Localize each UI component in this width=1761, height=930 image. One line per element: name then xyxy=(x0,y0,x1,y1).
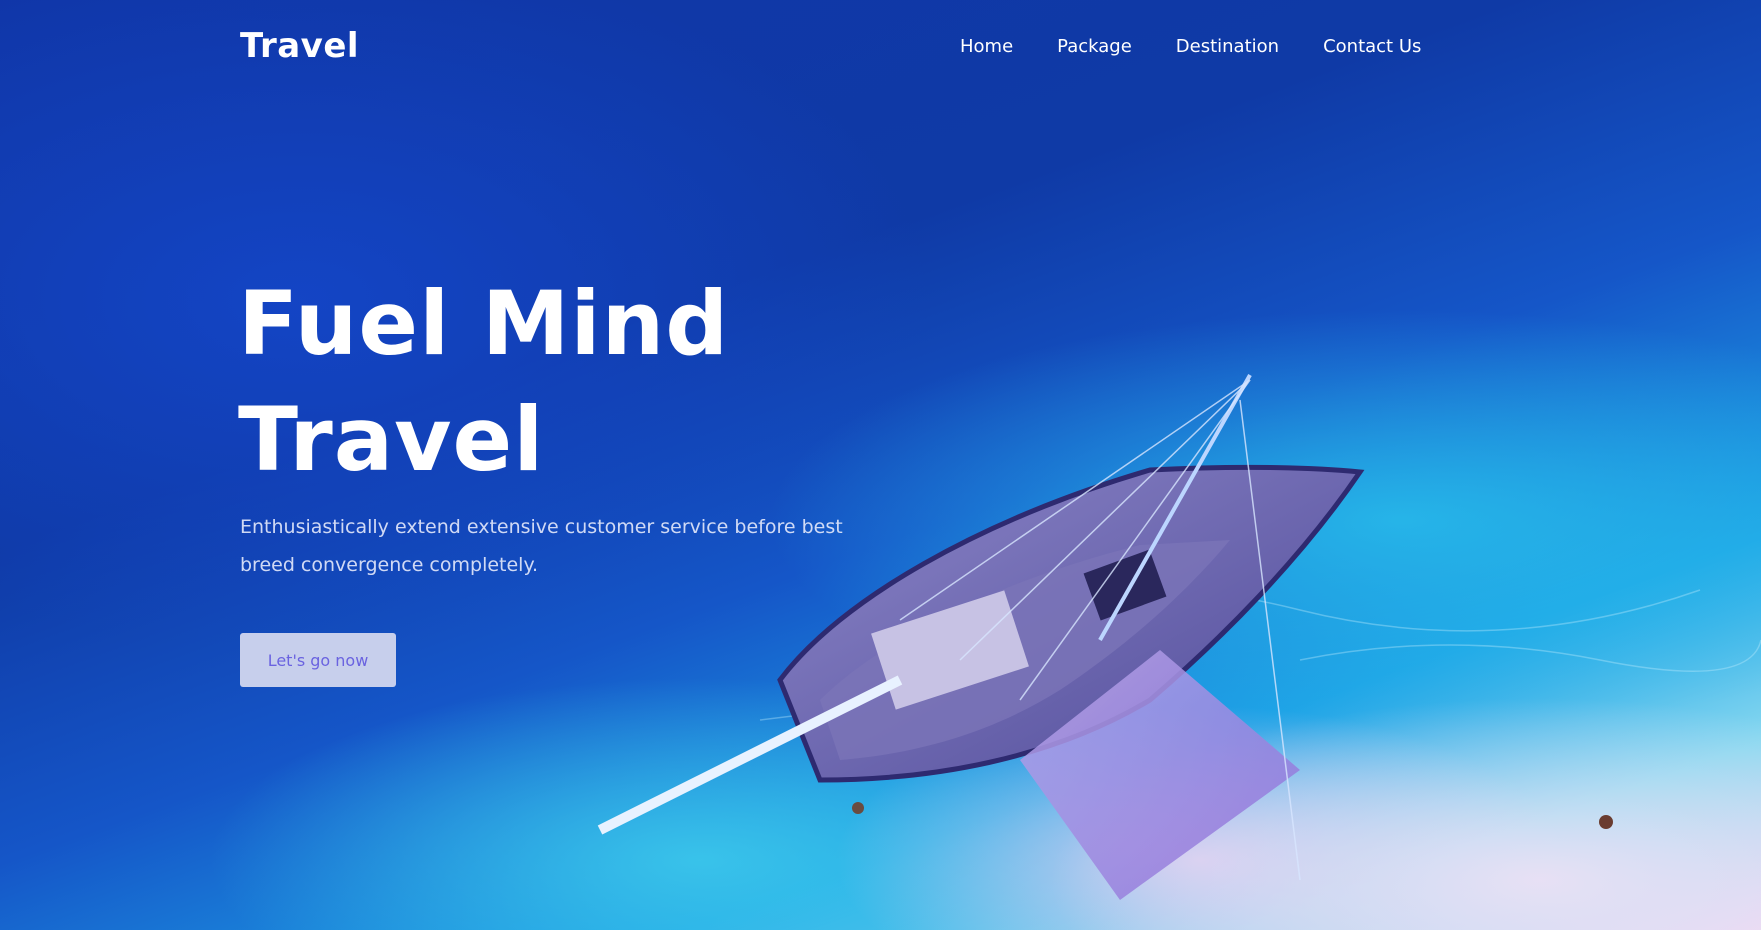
hero-section: Travel Home Package Destination Contact … xyxy=(0,0,1761,930)
nav-item-home[interactable]: Home xyxy=(960,36,1013,57)
hero-headline: Fuel Mind Travel xyxy=(238,272,730,491)
hero-subtitle: Enthusiastically extend extensive custom… xyxy=(240,516,843,576)
main-nav: Home Package Destination Contact Us xyxy=(960,36,1421,57)
nav-item-destination[interactable]: Destination xyxy=(1176,36,1279,57)
logo-text[interactable]: Travel xyxy=(240,26,359,66)
nav-item-contact-us[interactable]: Contact Us xyxy=(1323,36,1421,57)
nav-item-package[interactable]: Package xyxy=(1057,36,1132,57)
lets-go-now-button[interactable]: Let's go now xyxy=(240,633,396,687)
